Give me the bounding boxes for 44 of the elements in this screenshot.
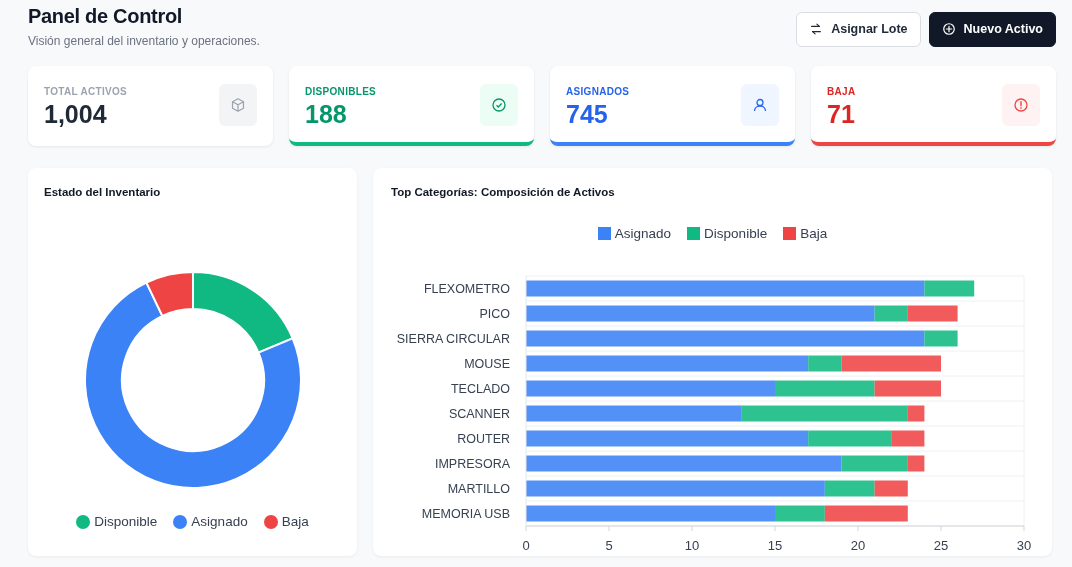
plus-circle-icon [941, 22, 956, 37]
new-asset-button[interactable]: Nuevo Activo [928, 12, 1056, 47]
category-label: MARTILLO [447, 481, 510, 496]
user-icon [741, 84, 779, 126]
legend-label: Asignado [614, 224, 672, 243]
stat-value: 188 [305, 101, 348, 129]
category-label: SCANNER [448, 406, 510, 421]
category-label: MEMORIA USB [421, 506, 510, 521]
tick-label: 0 [522, 538, 530, 554]
legend-label: Baja [281, 512, 309, 531]
panel-title: Estado del Inventario [44, 186, 162, 200]
stat-value: 1,004 [44, 101, 108, 129]
legend-label: Baja [800, 224, 828, 243]
category-label: ROUTER [457, 431, 510, 446]
legend-dot [173, 514, 188, 529]
category-label: SIERRA CIRCULAR [396, 331, 510, 346]
tick-label: 30 [1016, 538, 1032, 554]
stat-value: 745 [566, 101, 609, 129]
legend-label: Disponible [94, 512, 158, 531]
stat-label: DISPONIBLES [305, 85, 377, 99]
legend-dot [263, 514, 278, 529]
cube-icon [219, 84, 257, 126]
category-label: FLEXOMETRO [423, 281, 510, 296]
tick-label: 10 [684, 538, 700, 554]
assign-button[interactable]: Asignar Lote [796, 12, 921, 47]
stat-label: ASIGNADOS [566, 85, 630, 99]
tick-label: 15 [767, 538, 783, 554]
category-label: TECLADO [450, 381, 510, 396]
tick-label: 25 [933, 538, 949, 554]
tick-label: 20 [850, 538, 866, 554]
swap-arrows-icon [809, 22, 824, 37]
category-label: PICO [479, 306, 510, 321]
legend-dot [76, 514, 91, 529]
stat-value: 71 [827, 101, 856, 129]
stat-label: TOTAL ACTIVOS [44, 85, 127, 99]
panel-title: Top Categorías: Composición de Activos [391, 186, 616, 200]
category-label: MOUSE [464, 356, 510, 371]
stat-label: BAJA [827, 85, 856, 99]
legend-label: Disponible [704, 224, 768, 243]
category-label: IMPRESORA [435, 456, 510, 471]
tick-label: 5 [605, 538, 613, 554]
legend-label: Asignado [191, 512, 248, 531]
page-title: Panel de Control [28, 4, 184, 28]
page-subtitle: Visión general del inventario y operaciones. [28, 33, 260, 50]
